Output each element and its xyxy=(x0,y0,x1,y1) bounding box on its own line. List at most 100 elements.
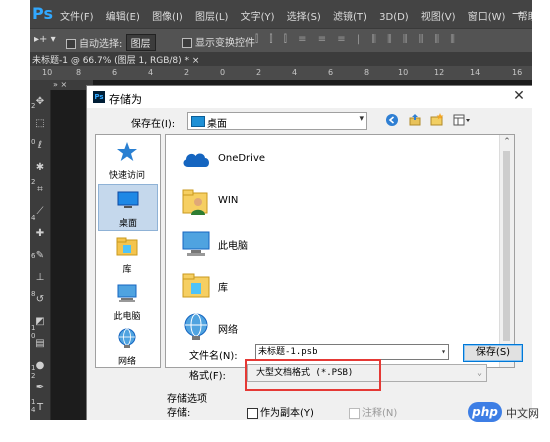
pen-tool-icon[interactable]: ✒ xyxy=(34,382,46,394)
clone-stamp-icon[interactable]: ⊥ xyxy=(34,272,46,284)
up-folder-icon[interactable] xyxy=(408,113,422,127)
move-tool-icon[interactable]: ✥ xyxy=(34,96,46,108)
close-icon[interactable]: ✕ xyxy=(511,88,527,104)
show-transform-option[interactable]: 显示变换控件 xyxy=(182,34,255,49)
computer-icon xyxy=(98,282,156,307)
blur-tool-icon[interactable]: ● xyxy=(34,360,46,372)
place-this-pc[interactable]: 此电脑 xyxy=(98,278,156,323)
ruler-number: 6 xyxy=(328,68,334,77)
place-library[interactable]: 库 xyxy=(98,231,156,276)
ruler-number: 10 xyxy=(42,68,53,77)
place-label: 此电脑 xyxy=(113,312,141,322)
type-tool-icon[interactable]: T xyxy=(34,402,46,414)
chevron-up-icon[interactable]: ⌃ xyxy=(500,137,514,147)
as-copy-checkbox[interactable] xyxy=(247,407,258,419)
auto-select-dropdown[interactable]: 图层 xyxy=(125,34,156,51)
file-label: OneDrive xyxy=(218,153,266,164)
list-item[interactable]: 库 xyxy=(174,265,474,307)
ruler-number: 4 xyxy=(292,68,298,77)
ruler-number: 4 xyxy=(148,68,154,77)
menu-filter[interactable]: 滤镜(T) xyxy=(333,12,367,23)
eraser-tool-icon[interactable]: ◩ xyxy=(34,316,46,328)
format-label: 格式(F): xyxy=(189,371,226,382)
computer-icon xyxy=(180,227,212,259)
menu-file[interactable]: 文件(F) xyxy=(60,12,94,23)
desktop-icon xyxy=(99,189,157,214)
file-label: WIN xyxy=(218,195,239,206)
lasso-tool-icon[interactable]: ℓ xyxy=(34,140,46,152)
options-bar: ▸+ ▾ 自动选择: 图层 显示变换控件 ⫿ ⫿ ⫿ ≡ ≡ ≡ | ⫼ ⫼ ⫼… xyxy=(30,28,532,53)
list-item[interactable]: WIN xyxy=(174,181,474,223)
ruler-number: 14 xyxy=(470,68,481,77)
menu-type[interactable]: 文字(Y) xyxy=(241,12,275,23)
brush-tool-icon[interactable]: ✎ xyxy=(34,250,46,262)
place-label: 库 xyxy=(122,265,132,275)
place-quick-access[interactable]: 快速访问 xyxy=(98,137,156,182)
move-tool-preset[interactable]: ▸+ ▾ xyxy=(34,34,56,45)
show-transform-checkbox[interactable] xyxy=(182,38,192,48)
magic-wand-icon[interactable]: ✱ xyxy=(34,162,46,174)
desktop-folder-icon xyxy=(191,116,205,127)
menu-window[interactable]: 窗口(W) xyxy=(468,12,506,23)
new-folder-icon[interactable] xyxy=(430,113,444,127)
ruler-number: 8 xyxy=(364,68,370,77)
marquee-tool-icon[interactable]: ⬚ xyxy=(34,118,46,130)
place-network[interactable]: 网络 xyxy=(98,323,156,368)
document-tab-bar: 未标题-1 @ 66.7% (图层 1, RGB/8) * × xyxy=(30,52,532,66)
photoshop-app-icon: Ps xyxy=(93,91,105,103)
php-watermark: php 中文网 xyxy=(468,400,550,424)
document-tab[interactable]: 未标题-1 @ 66.7% (图层 1, RGB/8) * × xyxy=(32,53,199,66)
network-icon xyxy=(98,327,156,352)
save-label: 存储: xyxy=(167,408,191,419)
back-icon[interactable] xyxy=(385,113,399,127)
file-label: 网络 xyxy=(218,325,238,336)
save-button[interactable]: 保存(S) xyxy=(463,344,523,362)
tools-panel: 2 0 2 4 6 8 1 0 1 2 1 4 ✥ ⬚ ℓ ✱ ⌗ ⟋ ✚ ✎ … xyxy=(30,80,51,420)
view-menu-icon[interactable] xyxy=(453,113,470,127)
notes-option: 注释(N) xyxy=(349,404,397,419)
filename-label: 文件名(N): xyxy=(189,351,238,362)
file-label: 库 xyxy=(218,283,228,294)
save-in-dropdown[interactable]: 桌面 ▾ xyxy=(187,112,367,130)
place-desktop[interactable]: 桌面 xyxy=(98,184,158,231)
list-item[interactable]: 此电脑 xyxy=(174,223,474,265)
list-item[interactable]: OneDrive xyxy=(174,139,474,181)
auto-select-option[interactable]: 自动选择: 图层 xyxy=(66,34,156,51)
show-transform-label: 显示变换控件 xyxy=(195,38,255,49)
file-list-scrollbar[interactable]: ⌃ ⌄ xyxy=(499,135,514,367)
ruler-number: 16 xyxy=(512,68,523,77)
format-highlight-box xyxy=(245,359,381,391)
history-brush-icon[interactable]: ↺ xyxy=(34,294,46,306)
chevron-down-icon[interactable]: ▾ xyxy=(441,345,446,359)
file-list[interactable]: OneDrive WIN 此电脑 库 网络 ⌃ xyxy=(165,134,515,368)
menu-select[interactable]: 选择(S) xyxy=(287,12,321,23)
filename-input[interactable]: 未标题-1.psb ▾ xyxy=(255,344,449,360)
save-options-label: 存储选项 xyxy=(167,394,207,405)
menu-edit[interactable]: 编辑(E) xyxy=(106,12,140,23)
save-in-label: 保存在(I): xyxy=(131,119,176,130)
crop-tool-icon[interactable]: ⌗ xyxy=(34,184,46,196)
watermark-text: 中文网 xyxy=(506,407,539,420)
menu-view[interactable]: 视图(V) xyxy=(421,12,456,23)
menu-layer[interactable]: 图层(L) xyxy=(195,12,228,23)
eyedropper-icon[interactable]: ⟋ xyxy=(34,206,46,218)
ruler-number: 2 xyxy=(256,68,262,77)
ruler-number: 8 xyxy=(76,68,82,77)
healing-brush-icon[interactable]: ✚ xyxy=(34,228,46,240)
menu-bar: Ps 文件(F) 编辑(E) 图像(I) 图层(L) 文字(Y) 选择(S) 滤… xyxy=(30,0,532,28)
dialog-title: 存储为 xyxy=(109,93,142,106)
align-icons[interactable]: ⫿ ⫿ ⫿ ≡ ≡ ≡ | ⫼ ⫼ ⫼ ⫼ ⫼ ⫼ xyxy=(255,34,459,45)
menu-image[interactable]: 图像(I) xyxy=(152,12,183,23)
list-item[interactable]: 网络 xyxy=(174,307,474,349)
php-logo: php xyxy=(468,402,502,422)
as-copy-option[interactable]: 作为副本(Y) xyxy=(247,404,314,419)
menu-3d[interactable]: 3D(D) xyxy=(379,12,409,23)
scrollbar-thumb[interactable] xyxy=(503,151,510,341)
gradient-tool-icon[interactable]: ▤ xyxy=(34,338,46,350)
auto-select-checkbox[interactable] xyxy=(66,39,76,49)
ruler-number: 0 xyxy=(220,68,226,77)
minimize-button[interactable]: — xyxy=(512,6,524,20)
network-icon xyxy=(180,311,212,343)
save-in-value: 桌面 xyxy=(207,119,227,130)
chevron-down-icon[interactable]: ⌄ xyxy=(477,365,482,381)
